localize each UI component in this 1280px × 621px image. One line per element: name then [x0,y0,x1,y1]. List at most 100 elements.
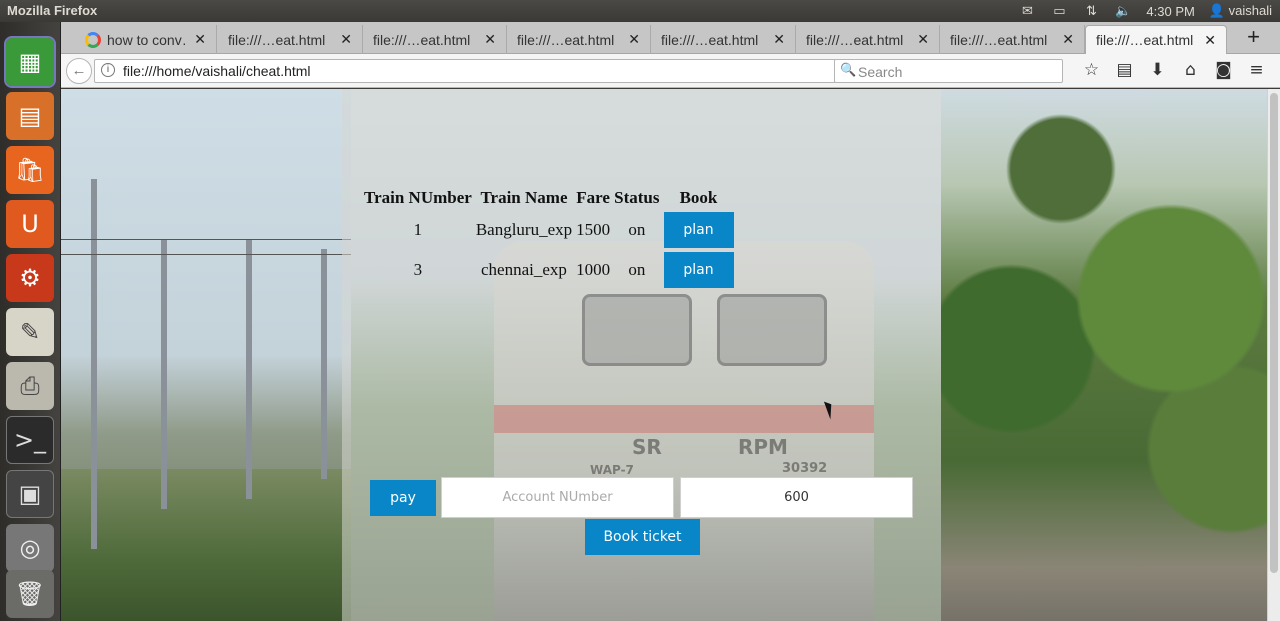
locomotive-stripe [494,405,874,433]
tab-6[interactable]: file:///…eat.html ✕ [796,25,940,54]
software-center-icon[interactable]: 🛍 [6,146,54,194]
tab-title: file:///…eat.html [1096,32,1194,48]
tab-title: file:///…eat.html [517,31,615,48]
terminal-icon[interactable]: >_ [6,416,54,464]
close-tab-icon[interactable]: ✕ [340,31,352,48]
locomotive-window [582,294,692,366]
column-header: Status [614,188,660,207]
search-placeholder: Search [858,64,903,80]
window-title: Mozilla Firefox [7,3,98,18]
tab-2[interactable]: file:///…eat.html ✕ [218,25,363,54]
amount-input[interactable]: 600 [680,477,913,518]
loco-number: 30392 [782,461,828,476]
catenary-pole [91,179,97,549]
status-cell: on [628,260,646,279]
train-name-cell: chennai_exp [481,260,567,279]
table-row: 3 chennai_exp 1000 on plan [363,251,735,289]
clock[interactable]: 4:30 PM [1146,4,1194,19]
search-icon: 🔍 [840,62,857,77]
toolbar-icons: ☆ ▤ ⬇ ⌂ ◙ ≡ [1075,60,1273,80]
loco-marking-right: RPM [738,435,788,459]
train-name-cell: Bangluru_exp [475,220,573,239]
account-number-input[interactable]: Account NUmber [441,477,674,518]
back-arrow-icon[interactable]: ← [66,58,92,84]
scrollbar-thumb[interactable] [1270,93,1278,573]
plan-button[interactable]: plan [663,212,734,248]
search-input[interactable]: 🔍 Search [834,59,1063,83]
book-cell: plan [663,211,735,249]
tab-title: file:///…eat.html [228,31,326,48]
tab-7[interactable]: file:///…eat.html ✕ [940,25,1085,54]
tab-title: file:///…eat.html [661,31,759,48]
train-number-cell: 3 [413,260,423,279]
tab-4[interactable]: file:///…eat.html ✕ [507,25,651,54]
ubuntu-one-icon[interactable]: U [6,200,54,248]
reading-list-icon[interactable]: ▤ [1108,60,1141,80]
system-settings-icon[interactable]: ⚙ [6,254,54,302]
mail-icon[interactable]: ✉ [1018,3,1036,19]
tab-1[interactable]: how to conv… ✕ [75,25,217,54]
battery-icon[interactable]: ▭ [1050,3,1068,19]
google-icon [85,31,101,48]
spreadsheet-app-icon[interactable]: ▦ [4,36,56,88]
tab-title: file:///…eat.html [373,31,471,48]
workspace-switcher-icon[interactable]: ▣ [6,470,54,518]
book-cell: plan [663,251,735,289]
overhead-wire [61,239,351,240]
status-cell: on [628,220,646,239]
locomotive-window [717,294,827,366]
tab-3[interactable]: file:///…eat.html ✕ [363,25,507,54]
dvd-icon[interactable]: ◎ [6,524,54,572]
column-header: Train NUmber [364,188,472,207]
close-tab-icon[interactable]: ✕ [773,31,785,48]
close-tab-icon[interactable]: ✕ [1062,31,1074,48]
loco-marking-left: SR [632,435,662,459]
system-tray: ✉ ▭ ⇅ 🔈 4:30 PM 👤 vaishali [1018,3,1272,19]
column-header: Book [679,188,718,207]
system-top-panel: Mozilla Firefox ✉ ▭ ⇅ 🔈 4:30 PM 👤 vaisha… [0,0,1280,22]
user-icon: 👤 [1208,3,1226,18]
pay-button[interactable]: pay [370,480,436,516]
column-header: Fare [576,188,610,207]
bookmark-star-icon[interactable]: ☆ [1075,60,1108,80]
new-tab-plus-icon[interactable]: + [1247,24,1260,50]
fare-cell: 1000 [576,260,611,279]
train-table: Train NUmber Train Name Fare Status Book… [361,185,737,291]
close-tab-icon[interactable]: ✕ [194,31,206,48]
close-tab-icon[interactable]: ✕ [628,31,640,48]
url-text: file:///home/vaishali/cheat.html [123,63,311,79]
close-tab-icon[interactable]: ✕ [917,31,929,48]
catenary-pole [246,239,252,499]
tab-5[interactable]: file:///…eat.html ✕ [651,25,796,54]
close-tab-icon[interactable]: ✕ [1204,32,1216,49]
url-bar[interactable]: i file:///home/vaishali/cheat.html ↻ [94,59,888,83]
plan-button[interactable]: plan [663,252,734,288]
tab-8-active[interactable]: file:///…eat.html ✕ [1085,25,1227,54]
volume-icon[interactable]: 🔈 [1114,3,1132,19]
trash-icon[interactable]: 🗑 [6,570,54,618]
pocket-icon[interactable]: ◙ [1207,60,1240,80]
column-header: Train Name [480,188,568,207]
user-menu[interactable]: 👤 vaishali [1209,3,1272,19]
table-row: 1 Bangluru_exp 1500 on plan [363,211,735,249]
hamburger-menu-icon[interactable]: ≡ [1240,60,1273,80]
train-number-cell: 1 [413,220,423,239]
site-info-icon[interactable]: i [101,63,115,77]
downloads-icon[interactable]: ⬇ [1141,60,1174,80]
text-editor-icon[interactable]: ✎ [6,308,54,356]
navigation-toolbar: ← i file:///home/vaishali/cheat.html ↻ 🔍… [61,54,1280,88]
loco-model: WAP-7 [590,463,634,477]
book-ticket-button[interactable]: Book ticket [585,519,700,555]
background-scene-right [941,89,1267,621]
presentation-app-icon[interactable]: ▤ [6,92,54,140]
home-icon[interactable]: ⌂ [1174,60,1207,80]
close-tab-icon[interactable]: ✕ [484,31,496,48]
user-name: vaishali [1228,3,1272,18]
scanner-icon[interactable]: ⎙ [6,362,54,410]
vertical-scrollbar[interactable] [1267,89,1280,621]
network-icon[interactable]: ⇅ [1082,3,1100,19]
tab-strip: how to conv… ✕ file:///…eat.html ✕ file:… [61,22,1280,54]
page-viewport: SR RPM WAP-7 30392 Train NUmber Train Na… [61,89,1267,621]
table-header-row: Train NUmber Train Name Fare Status Book [363,187,735,209]
catenary-pole [161,239,167,509]
